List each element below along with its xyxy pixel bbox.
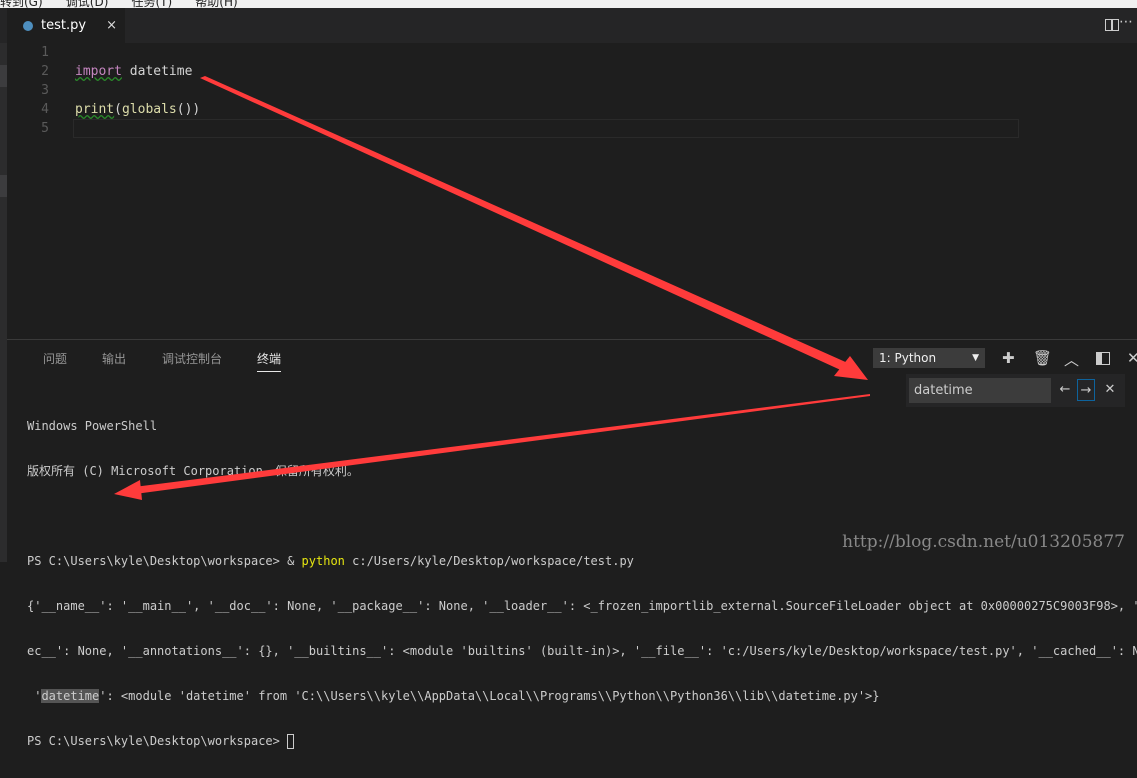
terminal-line: {'__name__': '__main__', '__doc__': None…: [27, 599, 1137, 613]
annotation-arrow-1: [200, 76, 868, 380]
annotation-arrows: [114, 76, 870, 500]
find-match-highlight: datetime: [41, 689, 100, 703]
text: ': <module 'datetime' from 'C:\\Users\\k…: [99, 689, 880, 703]
terminal-line: ec__': None, '__annotations__': {}, '__b…: [27, 644, 1137, 658]
annotation-arrow-2: [114, 394, 870, 500]
terminal-line: 'datetime': <module 'datetime' from 'C:\…: [27, 688, 1137, 705]
watermark: http://blog.csdn.net/u013205877: [842, 532, 1125, 552]
text: ': [27, 689, 42, 703]
terminal-cursor: [287, 734, 295, 749]
prompt: PS C:\Users\kyle\Desktop\workspace>: [27, 734, 288, 748]
terminal-line: PS C:\Users\kyle\Desktop\workspace>: [27, 733, 1137, 750]
